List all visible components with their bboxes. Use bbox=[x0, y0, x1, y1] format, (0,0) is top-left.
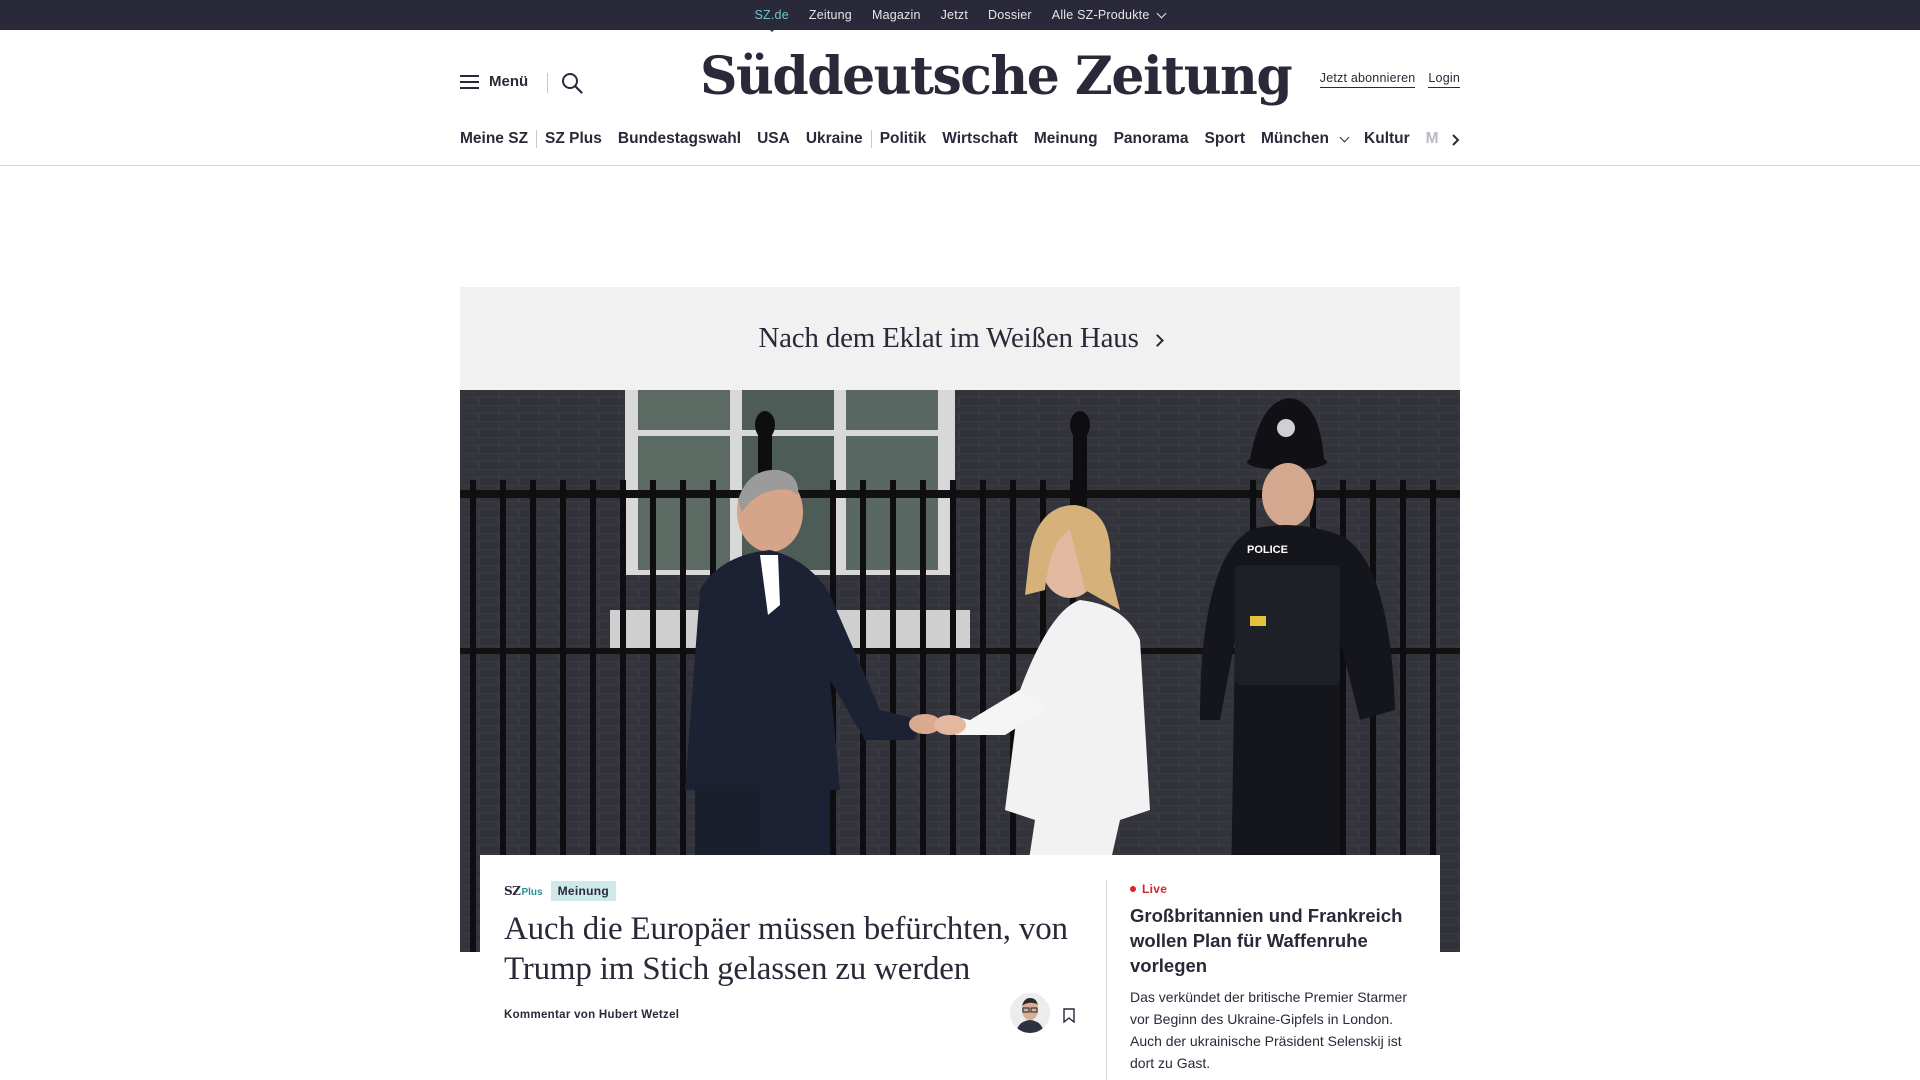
category-tag: Meinung bbox=[550, 881, 616, 901]
nav-label: Meinung bbox=[1033, 130, 1098, 147]
topbar-label: Dossier bbox=[988, 8, 1032, 22]
topbar-label: Zeitung bbox=[808, 8, 852, 22]
card-divider bbox=[1106, 880, 1107, 1080]
menu-label: Menü bbox=[489, 73, 529, 90]
police-badge-text: POLICE bbox=[1247, 544, 1288, 556]
bookmark-icon bbox=[1063, 1008, 1075, 1024]
header-divider bbox=[547, 73, 548, 93]
nav-label: Sport bbox=[1204, 130, 1245, 147]
sz-plus-badge-plus: Plus bbox=[521, 887, 543, 898]
author-portrait bbox=[1010, 993, 1050, 1033]
nav-item-politik[interactable]: Politik bbox=[872, 122, 935, 156]
nav-item-muenchen[interactable]: München bbox=[1253, 122, 1356, 156]
nav-item-sport[interactable]: Sport bbox=[1197, 122, 1253, 156]
nav-item-usa[interactable]: USA bbox=[749, 122, 798, 156]
author-avatar bbox=[1010, 993, 1050, 1033]
chevron-right-icon bbox=[1150, 333, 1164, 347]
sz-logo[interactable]: Süddeutsche Zeitung bbox=[700, 46, 1293, 107]
topbar-label: Alle SZ-Produkte bbox=[1051, 8, 1150, 22]
nav-item-truncated[interactable]: M bbox=[1418, 122, 1447, 156]
topbar-item-zeitung[interactable]: Zeitung bbox=[809, 8, 852, 22]
subscribe-link[interactable]: Jetzt abonnieren bbox=[1319, 71, 1416, 88]
nav-label: SZ Plus bbox=[545, 130, 602, 147]
nav-item-ukraine[interactable]: Ukraine bbox=[798, 122, 871, 156]
chevron-down-icon bbox=[1339, 132, 1350, 142]
nav-label: Wirtschaft bbox=[942, 130, 1018, 147]
lead-article[interactable]: SZPlus Meinung Auch die Europäer müssen … bbox=[504, 881, 1084, 989]
lead-headline[interactable]: Auch die Europäer müssen befürchten, von… bbox=[504, 909, 1084, 989]
topbar-label: Jetzt bbox=[940, 8, 969, 22]
nav-label: Meine SZ bbox=[460, 130, 529, 147]
sz-products-nav: SZ.de Zeitung Magazin Jetzt Dossier Alle… bbox=[0, 0, 1920, 32]
chevron-right-icon bbox=[1450, 127, 1462, 153]
menu-button[interactable]: Menü bbox=[460, 73, 528, 90]
sz-plus-badge-sz: SZ bbox=[504, 884, 521, 898]
live-headline[interactable]: Großbritannien und Frankreich wollen Pla… bbox=[1130, 903, 1420, 978]
nav-label: Ukraine bbox=[805, 130, 863, 147]
nav-item-panorama[interactable]: Panorama bbox=[1106, 122, 1197, 156]
nav-item-bundestagswahl[interactable]: Bundestagswahl bbox=[610, 122, 749, 156]
nav-item-sz-plus[interactable]: SZ Plus bbox=[537, 122, 610, 156]
live-summary: Das verkündet der britische Premier Star… bbox=[1130, 989, 1407, 1071]
nav-label: Panorama bbox=[1113, 130, 1189, 147]
live-dot-icon bbox=[1130, 886, 1136, 892]
live-article[interactable]: Live Großbritannien und Frankreich wolle… bbox=[1130, 882, 1420, 1074]
search-icon bbox=[562, 73, 583, 94]
chevron-down-icon bbox=[1157, 8, 1167, 18]
topbar-item-szde[interactable]: SZ.de bbox=[754, 8, 789, 32]
nav-label: USA bbox=[757, 130, 790, 147]
nav-label: Bundestagswahl bbox=[617, 130, 742, 147]
nav-item-kultur[interactable]: Kultur bbox=[1356, 122, 1418, 156]
nav-item-wirtschaft[interactable]: Wirtschaft bbox=[934, 122, 1026, 156]
topic-teaser-link[interactable]: Nach dem Eklat im Weißen Haus bbox=[460, 287, 1460, 390]
article-byline: Kommentar von Hubert Wetzel bbox=[504, 1009, 680, 1021]
nav-label: M bbox=[1425, 130, 1439, 147]
nav-label: München bbox=[1261, 130, 1330, 147]
nav-scroll-right-button[interactable] bbox=[1450, 127, 1462, 158]
sz-plus-badge: SZPlus bbox=[504, 884, 543, 898]
login-link[interactable]: Login bbox=[1428, 71, 1460, 88]
topbar-label: Magazin bbox=[871, 8, 921, 22]
article-badges: SZPlus Meinung bbox=[504, 881, 1084, 901]
topbar-item-magazin[interactable]: Magazin bbox=[872, 8, 921, 22]
nav-item-meinung[interactable]: Meinung bbox=[1026, 122, 1106, 156]
hamburger-icon bbox=[460, 74, 479, 89]
live-label: Live bbox=[1142, 882, 1168, 896]
nav-item-meine-sz[interactable]: Meine SZ bbox=[460, 122, 536, 156]
topic-teaser-title: Nach dem Eklat im Weißen Haus bbox=[758, 322, 1139, 354]
nav-label: Politik bbox=[879, 130, 927, 147]
section-nav: Meine SZ SZ Plus Bundestagswahl USA Ukra… bbox=[460, 100, 1460, 180]
nav-label: Kultur bbox=[1364, 130, 1410, 147]
search-button[interactable] bbox=[561, 72, 583, 99]
live-indicator: Live bbox=[1130, 882, 1420, 896]
topbar-item-all-products[interactable]: Alle SZ-Produkte bbox=[1051, 8, 1167, 22]
topbar-item-jetzt[interactable]: Jetzt bbox=[941, 8, 968, 22]
header-actions: Jetzt abonnieren Login bbox=[1319, 71, 1460, 88]
topbar-item-dossier[interactable]: Dossier bbox=[988, 8, 1032, 22]
top-bar: SZ.de Zeitung Magazin Jetzt Dossier Alle… bbox=[0, 0, 1920, 32]
bookmark-button[interactable] bbox=[1063, 1008, 1075, 1028]
lead-article-card: SZPlus Meinung Auch die Europäer müssen … bbox=[480, 855, 1440, 1080]
topbar-label: SZ.de bbox=[754, 8, 789, 22]
